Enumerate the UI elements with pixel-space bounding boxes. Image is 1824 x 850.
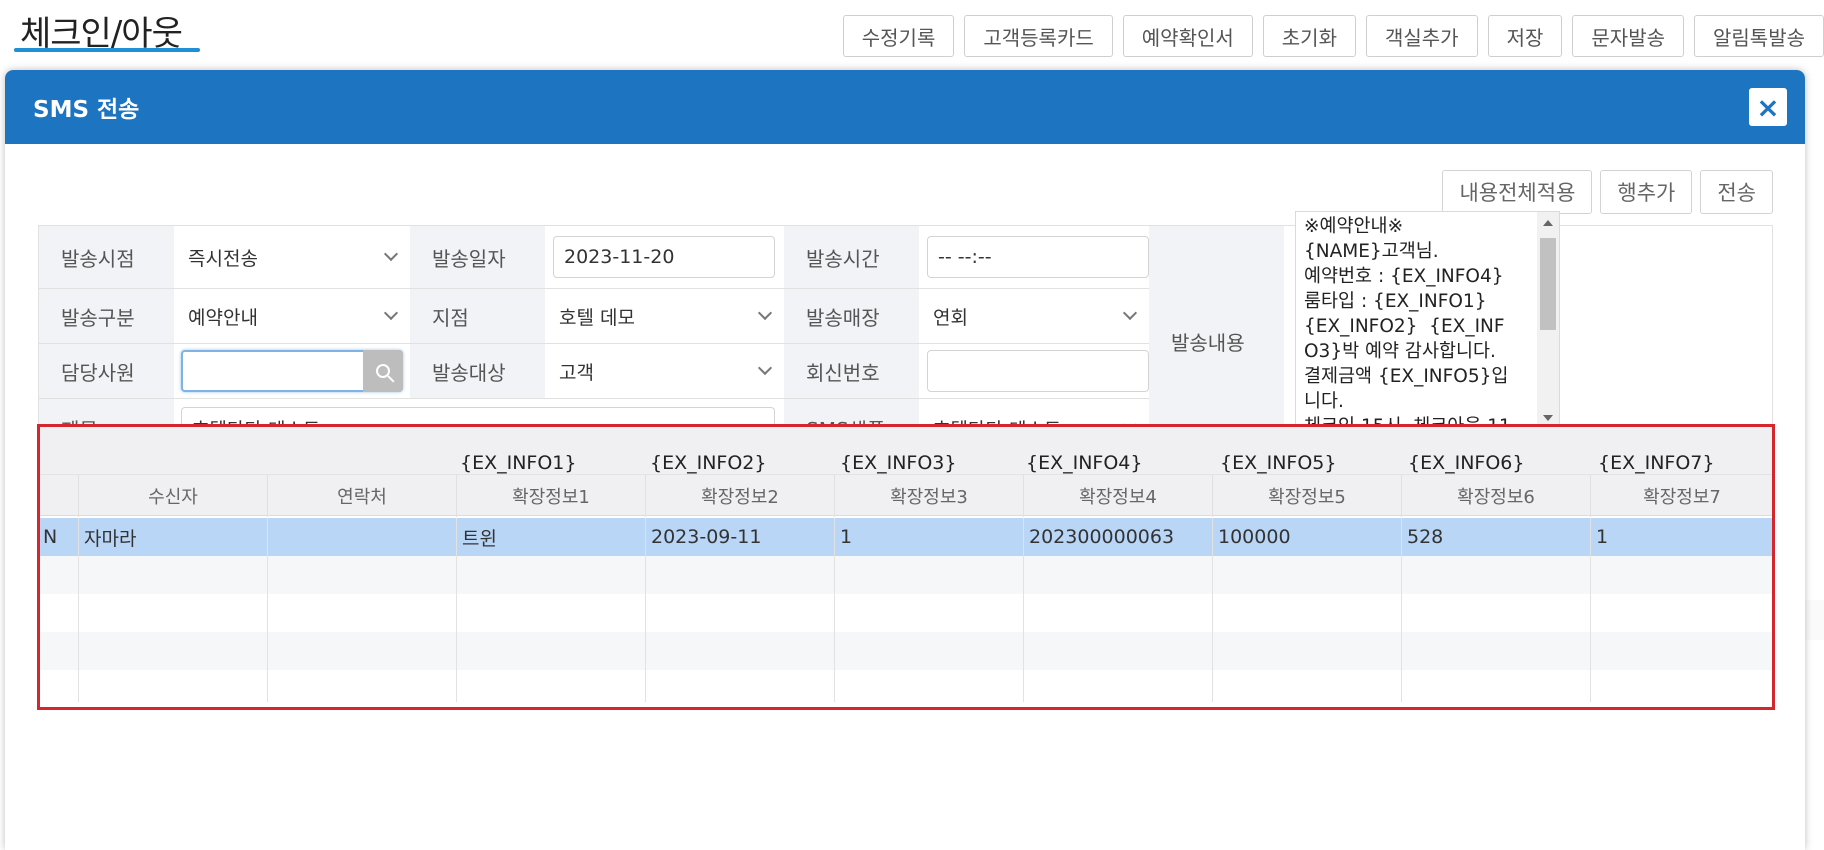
modal-header: SMS 전송 bbox=[5, 70, 1805, 144]
background-edge bbox=[1805, 600, 1824, 640]
send-type-label: 발송구분 bbox=[39, 289, 174, 343]
chevron-down-icon bbox=[383, 305, 399, 321]
add-row-button[interactable]: 행추가 bbox=[1600, 170, 1693, 214]
send-store-select[interactable]: 연회 bbox=[919, 289, 1149, 343]
send-store-label: 발송매장 bbox=[784, 289, 919, 343]
chevron-down-icon bbox=[383, 246, 399, 262]
content-textarea[interactable]: ※예약안내※ {NAME}고객님. 예약번호 : {EX_INFO4} 룸타입 … bbox=[1295, 211, 1560, 428]
reset-button[interactable]: 초기화 bbox=[1262, 15, 1356, 57]
send-time-input[interactable]: -- --:-- bbox=[927, 236, 1149, 278]
send-button[interactable]: 전송 bbox=[1700, 170, 1773, 214]
top-toolbar: 수정기록 고객등록카드 예약확인서 초기화 객실추가 저장 문자발송 알림톡발송 bbox=[842, 15, 1824, 57]
staff-input[interactable] bbox=[181, 350, 403, 392]
staff-search-button[interactable] bbox=[363, 350, 403, 392]
chevron-down-icon bbox=[757, 305, 773, 321]
highlight-box bbox=[37, 424, 1775, 710]
customer-card-button[interactable]: 고객등록카드 bbox=[964, 15, 1113, 57]
send-type-select[interactable]: 예약안내 bbox=[174, 289, 410, 343]
target-select[interactable]: 고객 bbox=[545, 344, 784, 398]
add-room-button[interactable]: 객실추가 bbox=[1365, 15, 1478, 57]
send-alimtalk-button[interactable]: 알림톡발송 bbox=[1694, 15, 1824, 57]
scroll-down-icon[interactable] bbox=[1543, 415, 1553, 421]
send-store-value: 연회 bbox=[933, 306, 968, 329]
page-title-underline bbox=[14, 48, 200, 52]
modal-title: SMS 전송 bbox=[33, 97, 140, 123]
target-label: 발송대상 bbox=[410, 344, 545, 398]
search-icon bbox=[376, 364, 390, 378]
send-time-point-select[interactable]: 즉시전송 bbox=[174, 226, 410, 288]
send-date-label: 발송일자 bbox=[410, 226, 545, 288]
send-sms-button[interactable]: 문자발송 bbox=[1572, 15, 1684, 57]
content-label: 발송내용 bbox=[1149, 226, 1284, 457]
chevron-down-icon bbox=[1122, 305, 1138, 321]
branch-value: 호텔 데모 bbox=[559, 306, 635, 329]
send-time-point-value: 즉시전송 bbox=[188, 247, 258, 270]
reservation-confirm-button[interactable]: 예약확인서 bbox=[1122, 15, 1253, 57]
send-time-label: 발송시간 bbox=[784, 226, 919, 288]
scroll-up-icon[interactable] bbox=[1543, 220, 1553, 226]
edit-history-button[interactable]: 수정기록 bbox=[842, 15, 955, 57]
apply-all-content-button[interactable]: 내용전체적용 bbox=[1442, 170, 1593, 214]
close-icon[interactable]: × bbox=[1749, 88, 1787, 126]
content-value: ※예약안내※ {NAME}고객님. 예약번호 : {EX_INFO4} 룸타입 … bbox=[1304, 216, 1511, 428]
save-button[interactable]: 저장 bbox=[1487, 15, 1563, 57]
staff-label: 담당사원 bbox=[39, 344, 174, 398]
send-time-point-label: 발송시점 bbox=[39, 226, 174, 288]
branch-select[interactable]: 호텔 데모 bbox=[545, 289, 784, 343]
reply-number-input[interactable] bbox=[927, 350, 1149, 392]
send-type-value: 예약안내 bbox=[188, 306, 258, 329]
target-value: 고객 bbox=[559, 361, 594, 384]
chevron-down-icon bbox=[757, 360, 773, 376]
branch-label: 지점 bbox=[410, 289, 545, 343]
modal-actions: 내용전체적용 행추가 전송 bbox=[1442, 170, 1773, 214]
scroll-thumb[interactable] bbox=[1540, 238, 1556, 330]
content-scrollbar[interactable] bbox=[1537, 212, 1559, 427]
send-date-input[interactable]: 2023-11-20 bbox=[553, 236, 775, 278]
reply-number-label: 회신번호 bbox=[784, 344, 919, 398]
